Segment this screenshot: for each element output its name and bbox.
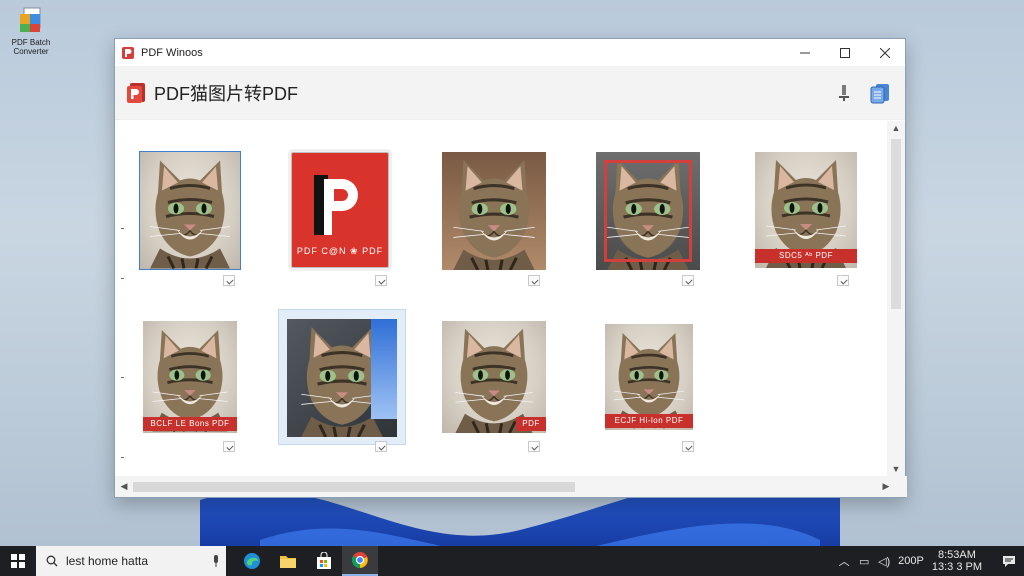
notification-button[interactable] [994,555,1024,568]
start-button[interactable] [0,546,36,576]
chevron-up-icon[interactable]: ︿ [834,553,854,569]
battery-icon[interactable]: ▭ [854,555,874,568]
volume-icon[interactable]: ◁) [874,555,894,568]
scroll-thumb[interactable] [891,139,901,309]
tile-tag-icon[interactable] [528,441,540,452]
cat-photo [139,151,241,270]
window-title: PDF Winoos [141,46,203,59]
microphone-icon[interactable] [212,555,220,567]
thumbnail-item[interactable]: BCLF LE Bons PDF [143,321,237,433]
thumbnail-item[interactable]: SDC5 ᴬᵇ PDF [755,152,857,268]
pdf-tile-label: PDF C@N ❀ PDF [296,246,384,256]
scroll-left-icon[interactable]: ◀ [115,476,133,497]
chrome-icon [351,552,368,569]
watermark-banner: BCLF LE Bons PDF [143,417,237,431]
tile-tag-icon[interactable] [223,275,235,286]
tile-tag-icon[interactable] [375,441,387,452]
document-stack-icon [870,83,889,103]
title-bar[interactable]: PDF Winoos [115,39,905,66]
thumbnail-item[interactable] [442,152,546,270]
desktop-shortcut[interactable]: PDF Batch Converter [6,6,56,56]
page-title: PDF猫图片转PDF [154,83,298,104]
watermark-banner: PDF [516,417,546,431]
tile-tag-icon[interactable] [682,441,694,452]
search-icon [46,555,58,567]
minimize-icon [800,52,810,53]
thumbnail-item[interactable] [596,152,700,270]
tile-tag-icon[interactable] [528,275,540,286]
thumbnail-grid: PDF C@N ❀ PDF SDC5 ᴬᵇ PDF BCLF LE Bons P… [115,121,887,476]
horizontal-scrollbar[interactable]: ◀ ▶ [115,476,907,497]
page-curl [371,319,397,419]
pdf-p-icon [314,175,358,235]
close-icon [880,47,890,58]
thumbnail-item[interactable]: ECJF Hi-lon PDF [605,324,693,430]
thumbnail-item[interactable]: PDF [442,321,546,433]
pdf-app-icon [122,46,134,59]
export-pdf-button[interactable] [869,82,891,104]
watermark-banner: ECJF Hi-lon PDF [605,414,693,428]
desktop-icon-label: PDF Batch Converter [11,38,51,56]
scroll-down-icon[interactable]: ▼ [887,462,905,476]
pdf-logo-icon [127,82,145,103]
store-icon [317,552,331,569]
edge-icon [244,553,260,569]
search-text: lest home hatta [66,554,149,568]
app-window: PDF Winoos PDF猫图片转PDF PDF C@N ❀ PDF SDC5… [114,38,907,498]
file-explorer-button[interactable] [270,546,306,576]
tile-tag-icon[interactable] [223,441,235,452]
tile-tag-icon[interactable] [682,275,694,286]
thumbnail-item[interactable] [287,319,397,437]
notification-icon [1003,555,1015,567]
minimize-button[interactable] [785,39,825,66]
thumbnail-item[interactable] [139,151,241,270]
clock-date: 13:3 3 PM [931,561,982,573]
maximize-icon [840,47,850,58]
pdf-app-shortcut-icon [18,6,44,36]
taskbar-search[interactable]: lest home hatta [36,546,226,576]
zoom-indicator: 200P [898,555,924,567]
download-button[interactable] [833,82,855,104]
clock[interactable]: 8:53AM 13:3 3 PM [932,549,982,573]
cat-photo [442,152,546,270]
system-tray: ︿ ▭ ◁) 200P 8:53AM 13:3 3 PM [834,549,1024,573]
taskbar: lest home hatta ︿ ▭ ◁) 200P 8:53AM 13:3 … [0,546,1024,576]
download-icon [839,84,849,101]
edge-button[interactable] [234,546,270,576]
chrome-button[interactable] [342,546,378,576]
watermark-banner: SDC5 ᴬᵇ PDF [755,249,857,263]
pdf-file-tile[interactable]: PDF C@N ❀ PDF [291,152,389,268]
tile-tag-icon[interactable] [375,275,387,286]
scroll-thumb[interactable] [133,482,575,492]
tile-tag-icon[interactable] [837,275,849,286]
app-header: PDF猫图片转PDF [115,66,905,120]
store-button[interactable] [306,546,342,576]
vertical-scrollbar[interactable]: ▲ ▼ [887,121,905,476]
red-selection-frame [604,160,692,262]
windows-icon [11,554,25,568]
clock-time: 8:53AM [937,549,976,561]
scroll-right-icon[interactable]: ▶ [877,476,895,497]
scroll-up-icon[interactable]: ▲ [887,121,905,135]
maximize-button[interactable] [825,39,865,66]
close-button[interactable] [865,39,905,66]
file-explorer-icon [280,556,296,568]
